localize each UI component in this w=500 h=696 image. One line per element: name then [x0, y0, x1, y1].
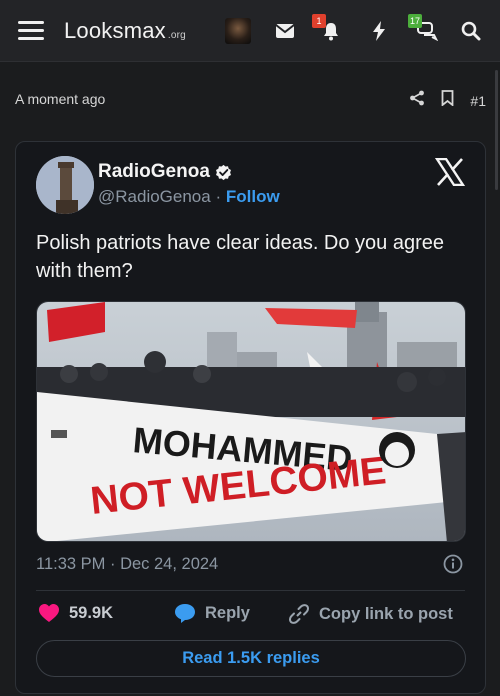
- lighthouse-avatar-image: [36, 156, 94, 214]
- lightning-icon[interactable]: [366, 19, 392, 43]
- separator-dot: ·: [215, 187, 222, 206]
- divider: [36, 590, 465, 591]
- reply-label: Reply: [205, 604, 250, 622]
- like-button[interactable]: 59.9K: [38, 603, 113, 623]
- author-display-name: RadioGenoa: [98, 161, 210, 182]
- copy-link-button[interactable]: Copy link to post: [288, 603, 453, 625]
- post-timestamp: A moment ago: [15, 91, 106, 107]
- author-handle[interactable]: @RadioGenoa: [98, 187, 211, 206]
- like-count: 59.9K: [69, 603, 114, 622]
- author-handle-row: @RadioGenoa · Follow: [98, 187, 280, 207]
- notifications-badge: 1: [312, 14, 326, 28]
- logo-text: Looksmax: [64, 18, 166, 43]
- read-replies-button[interactable]: Read 1.5K replies: [36, 640, 466, 677]
- post-number[interactable]: #1: [470, 93, 486, 109]
- copy-link-label: Copy link to post: [319, 604, 453, 623]
- site-logo[interactable]: Looksmax .org: [64, 18, 186, 44]
- menu-icon[interactable]: [18, 21, 44, 41]
- search-icon[interactable]: [458, 19, 484, 43]
- tweet-photo[interactable]: MOHAMMED NOT WELCOME: [36, 301, 466, 542]
- reply-bubble-icon: [175, 604, 195, 623]
- verified-badge-icon: [215, 164, 231, 180]
- top-navigation-bar: Looksmax .org 1 17: [0, 0, 500, 62]
- scrollbar[interactable]: [495, 70, 498, 190]
- embedded-tweet-card: RadioGenoa @RadioGenoa · Follow Polish p…: [15, 141, 486, 694]
- notifications-bell-icon[interactable]: 1: [312, 14, 344, 43]
- follow-button[interactable]: Follow: [226, 187, 280, 206]
- mail-icon[interactable]: [272, 19, 298, 43]
- author-name[interactable]: RadioGenoa: [98, 161, 232, 183]
- share-icon[interactable]: [409, 90, 425, 111]
- x-logo-icon[interactable]: [434, 157, 466, 187]
- heart-icon: [39, 604, 59, 622]
- author-avatar[interactable]: [36, 156, 94, 214]
- info-icon[interactable]: [443, 554, 463, 579]
- reply-button[interactable]: Reply: [174, 603, 250, 624]
- conversations-icon[interactable]: 17: [408, 14, 440, 43]
- tweet-text: Polish patriots have clear ideas. Do you…: [36, 232, 445, 282]
- tweet-actions: 59.9K Reply Copy link to post: [38, 603, 468, 627]
- protest-banner-image: MOHAMMED NOT WELCOME: [37, 302, 465, 541]
- conversations-badge: 17: [408, 14, 423, 28]
- logo-suffix: .org: [167, 30, 186, 41]
- bookmark-icon[interactable]: [441, 90, 454, 111]
- post-actions: #1: [409, 90, 486, 111]
- link-icon: [289, 604, 309, 624]
- user-avatar[interactable]: [225, 18, 251, 44]
- tweet-timestamp[interactable]: 11:33 PM · Dec 24, 2024: [36, 555, 218, 574]
